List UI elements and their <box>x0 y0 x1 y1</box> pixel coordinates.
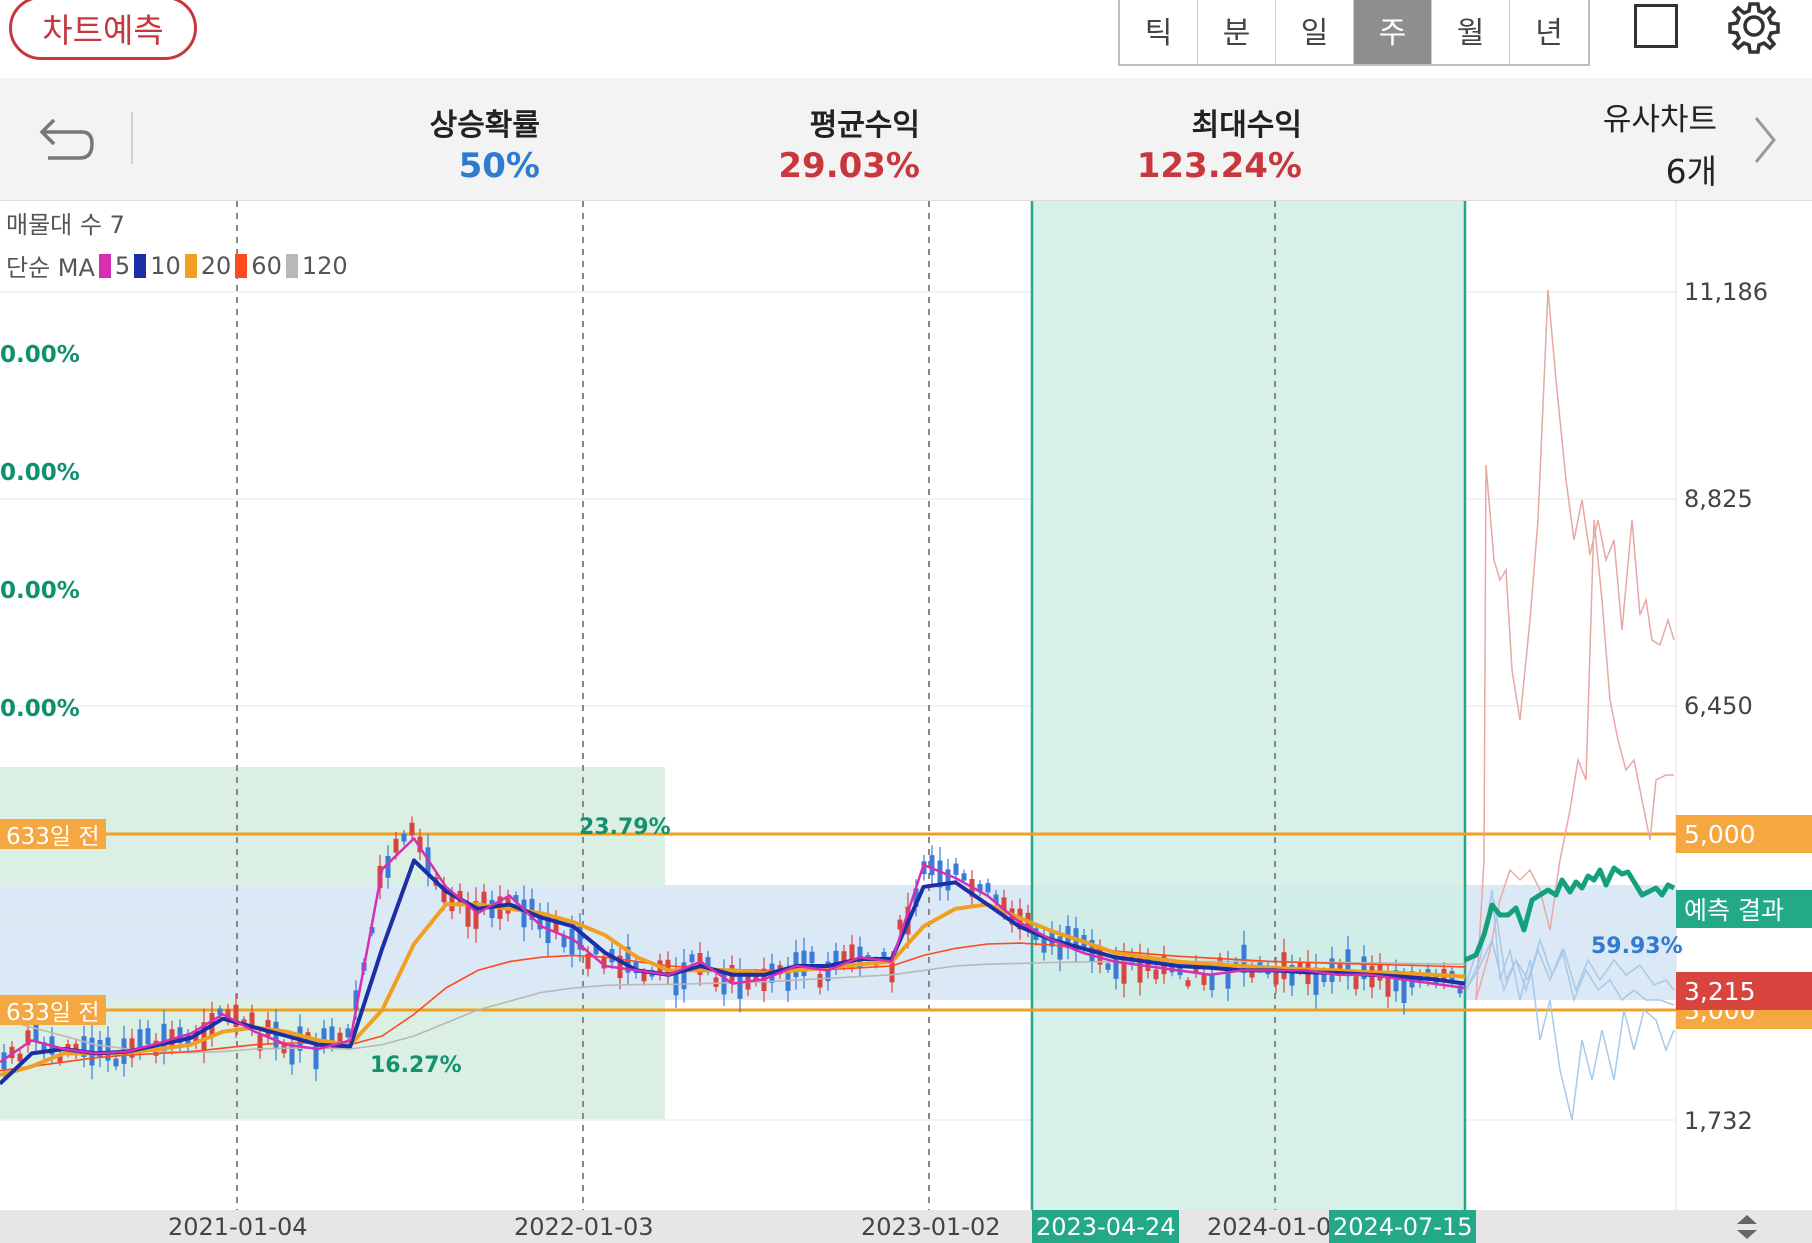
days-ago-tag: 633일 전 <box>0 995 106 1026</box>
candle-body <box>1353 976 1359 990</box>
max-return-value: 123.24% <box>1136 146 1302 186</box>
x-tick-label: 2024-01-01 <box>1207 1213 1347 1241</box>
resistance-price-tag: 5,000 <box>1676 815 1812 853</box>
stats-bar: 상승확률 50% 평균수익 29.03% 최대수익 123.24% 유사차트 6… <box>0 78 1812 201</box>
ma60-label: 60 <box>251 251 282 280</box>
candle-body <box>713 977 719 987</box>
top-bar: 차트예측 틱 분 일 주 월 년 <box>0 0 1812 76</box>
candle-body <box>1185 980 1191 987</box>
period-day-tab[interactable]: 일 <box>1276 0 1354 64</box>
range-start-date: 2023-04-24 <box>1032 1210 1180 1243</box>
candle-body <box>113 1058 119 1067</box>
candle-body <box>1209 975 1215 991</box>
period-minute-tab[interactable]: 분 <box>1198 0 1276 64</box>
candle-body <box>1105 963 1111 970</box>
ma20-label: 20 <box>200 251 232 280</box>
x-tick-label: 2021-01-04 <box>168 1213 308 1241</box>
x-tick-label: 2023-01-02 <box>861 1213 1001 1241</box>
percent-label: 0.00% <box>0 460 80 486</box>
candle-body <box>809 951 815 964</box>
max-return-stat: 최대수익 123.24% <box>1120 100 1302 186</box>
y-tick-label: 11,186 <box>1684 278 1768 306</box>
rise-probability-stat: 상승확률 50% <box>400 100 540 186</box>
peak-return-label: 16.27% <box>370 1053 462 1078</box>
ma5-swatch <box>98 253 111 278</box>
candle-body <box>641 972 647 982</box>
max-return-label: 최대수익 <box>1191 108 1302 143</box>
candle-body <box>953 863 959 875</box>
y-tick-label: 6,450 <box>1684 692 1753 720</box>
candle-body <box>393 838 399 853</box>
divider <box>131 112 133 164</box>
chevron-right-icon[interactable] <box>1750 112 1780 168</box>
rise-probability-value: 50% <box>458 146 540 186</box>
candle-body <box>801 950 807 977</box>
y-tick-label: 8,825 <box>1684 485 1753 513</box>
candle-body <box>521 899 527 928</box>
period-selector: 틱 분 일 주 월 년 <box>1118 0 1590 66</box>
candle-body <box>1153 969 1159 980</box>
peak-return-label: 23.79% <box>579 815 671 840</box>
candle-body <box>1401 979 1407 1003</box>
avg-return-stat: 평균수익 29.03% <box>760 100 920 186</box>
ma-legend: 단순 MA 5 10 20 60 120 <box>6 248 348 283</box>
candle-body <box>817 973 823 988</box>
fullscreen-icon[interactable] <box>1634 4 1678 48</box>
prediction-result-tag: 예측 결과 <box>1676 890 1812 928</box>
ma-legend-title: 단순 MA <box>6 254 95 282</box>
candle-body <box>409 822 415 836</box>
percent-label: 0.00% <box>0 578 80 604</box>
candle-body <box>289 1044 295 1065</box>
candle-body <box>1281 952 1287 980</box>
y-tick-label: 1,732 <box>1684 1107 1753 1135</box>
similar-chart-label: 유사차트 <box>1602 102 1717 138</box>
period-tick-tab[interactable]: 틱 <box>1120 0 1198 64</box>
candle-body <box>929 855 935 876</box>
period-week-tab[interactable]: 주 <box>1354 0 1432 64</box>
candle-body <box>689 954 695 963</box>
scroll-arrows-icon[interactable] <box>1732 1212 1762 1242</box>
ma120-swatch <box>285 253 298 278</box>
ma10-label: 10 <box>150 251 181 280</box>
x-tick-label: 2022-01-03 <box>514 1213 654 1241</box>
prediction-percent-label: 59.93% <box>1591 934 1683 959</box>
volume-profile-label: 매물대 수 7 <box>6 211 125 239</box>
ma10-swatch <box>134 253 147 278</box>
candle-body <box>345 1028 351 1038</box>
ma5-label: 5 <box>114 251 131 280</box>
similar-chart-count: 6개 <box>1665 152 1717 191</box>
undo-icon[interactable] <box>36 114 96 168</box>
period-year-tab[interactable]: 년 <box>1510 0 1588 64</box>
candle-body <box>961 873 967 881</box>
period-month-tab[interactable]: 월 <box>1432 0 1510 64</box>
candle-body <box>145 1028 151 1045</box>
rise-probability-label: 상승확률 <box>429 108 540 143</box>
range-end-date: 2024-07-15 <box>1329 1210 1477 1243</box>
ma60-swatch <box>235 253 248 278</box>
ma20-swatch <box>184 253 197 278</box>
candle-body <box>945 869 951 891</box>
similar-chart-stat[interactable]: 유사차트 6개 <box>1603 94 1717 193</box>
days-ago-tag: 633일 전 <box>0 819 106 850</box>
chart-predict-button[interactable]: 차트예측 <box>9 0 197 60</box>
ma120-label: 120 <box>301 251 348 280</box>
price-chart[interactable] <box>0 201 1812 1243</box>
current-price-tag: 3,215 <box>1676 972 1812 1010</box>
avg-return-value: 29.03% <box>778 146 920 186</box>
gear-icon[interactable] <box>1726 0 1782 56</box>
percent-label: 0.00% <box>0 342 80 368</box>
percent-label: 0.00% <box>0 696 80 722</box>
candle-body <box>401 833 407 842</box>
candle-body <box>985 883 991 893</box>
avg-return-label: 평균수익 <box>809 108 920 143</box>
